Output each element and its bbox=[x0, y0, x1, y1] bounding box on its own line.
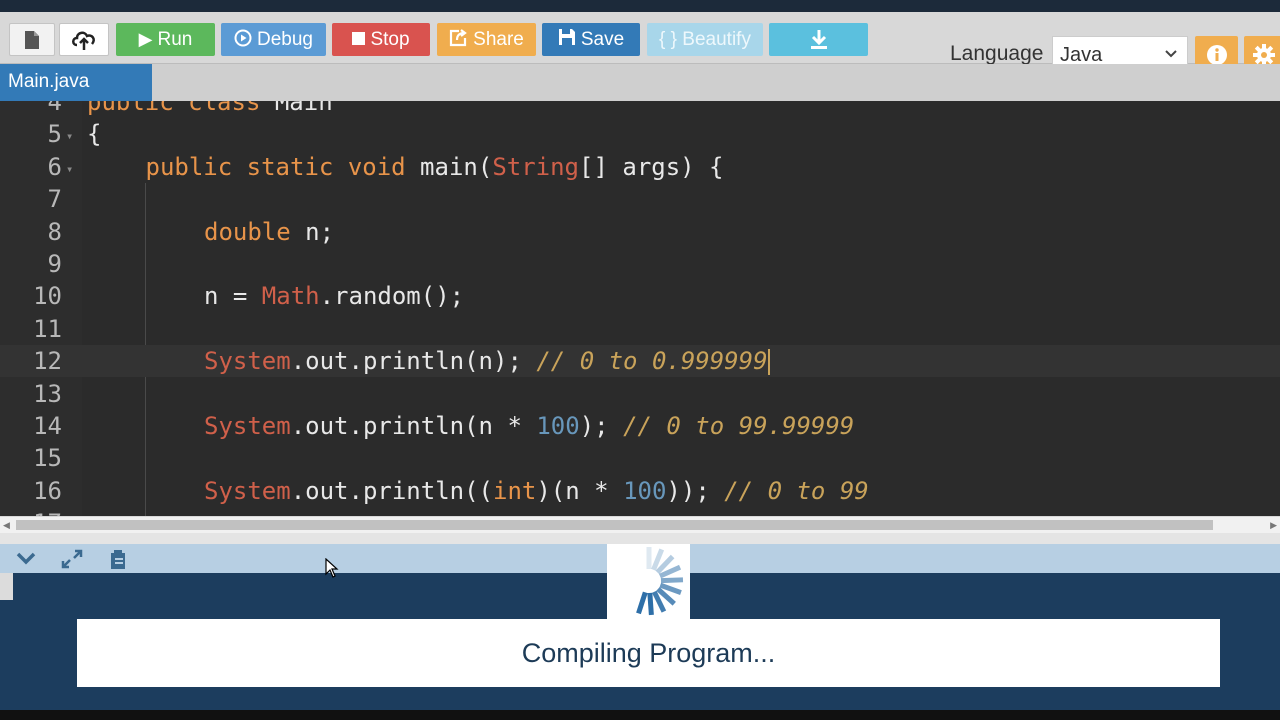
code-line[interactable]: 5 ▾ { bbox=[0, 118, 1280, 150]
file-icon bbox=[25, 31, 39, 49]
code-text: public class Main bbox=[87, 101, 333, 116]
stop-label: Stop bbox=[370, 29, 410, 50]
loading-spinner bbox=[607, 544, 690, 619]
code-text: System.out.println(n); // 0 to 0.999999 bbox=[204, 347, 770, 376]
code-line[interactable]: 12 System.out.println(n); // 0 to 0.99999… bbox=[0, 345, 1280, 378]
loading-message: Compiling Program... bbox=[77, 619, 1220, 687]
download-button[interactable] bbox=[769, 23, 868, 56]
line-number: 12 bbox=[33, 347, 62, 376]
share-icon bbox=[450, 29, 467, 47]
line-number: 4 bbox=[47, 101, 62, 116]
beautify-label: { } Beautify bbox=[659, 29, 751, 50]
line-number: 14 bbox=[33, 412, 62, 440]
beautify-button[interactable]: { } Beautify bbox=[647, 23, 763, 56]
floppy-icon bbox=[558, 29, 575, 45]
debug-icon bbox=[234, 29, 252, 47]
code-line[interactable]: 9 bbox=[0, 248, 1280, 280]
line-number: 6 bbox=[47, 152, 62, 181]
top-strip bbox=[0, 0, 1280, 12]
toolbar: ▶Run Debug Stop Share Save { } Beautify bbox=[0, 12, 1280, 74]
run-button[interactable]: ▶ Run bbox=[116, 23, 215, 56]
code-line[interactable]: 13 bbox=[0, 378, 1280, 410]
code-text: n = Math.random(); bbox=[204, 282, 465, 311]
line-number: 10 bbox=[33, 282, 62, 311]
play-icon: ▶ bbox=[138, 29, 153, 49]
debug-label: Debug bbox=[257, 29, 313, 50]
editor-horizontal-scrollbar[interactable]: ◀ ▶ bbox=[0, 516, 1280, 533]
code-line[interactable]: 7 bbox=[0, 183, 1280, 215]
clipboard-icon[interactable] bbox=[108, 549, 128, 571]
code-line[interactable]: 10 n = Math.random(); bbox=[0, 280, 1280, 312]
share-label: Share bbox=[473, 29, 524, 50]
code-text: System.out.println(n * 100); // 0 to 99.… bbox=[204, 412, 855, 440]
code-text: public static void main(String[] args) { bbox=[145, 152, 724, 181]
code-line[interactable]: 11 bbox=[0, 313, 1280, 345]
debug-button[interactable]: Debug bbox=[221, 23, 326, 56]
stop-button[interactable]: Stop bbox=[332, 23, 430, 56]
run-label: Run bbox=[157, 29, 193, 50]
code-editor[interactable]: 4 public class Main 5 ▾ {6 ▾ public static voi… bbox=[0, 101, 1280, 516]
panel-splitter[interactable] bbox=[0, 533, 1280, 544]
scrollbar-thumb[interactable] bbox=[16, 520, 1213, 530]
code-line[interactable]: 8 double n; bbox=[0, 216, 1280, 248]
code-text: double n; bbox=[204, 217, 335, 246]
code-line[interactable]: 4 public class Main bbox=[0, 101, 1280, 118]
onlinegdb-ide: ▶Run Debug Stop Share Save { } Beautify bbox=[0, 0, 1280, 720]
share-button[interactable]: Share bbox=[437, 23, 536, 56]
line-number: 13 bbox=[33, 379, 62, 408]
line-number: 17 bbox=[0, 507, 62, 516]
save-label: Save bbox=[580, 29, 625, 50]
download-icon bbox=[810, 30, 827, 49]
line-number: 7 bbox=[47, 185, 62, 214]
upload-icon bbox=[72, 31, 95, 50]
chevron-down-icon bbox=[1165, 50, 1177, 58]
line-number: 15 bbox=[33, 444, 62, 473]
save-button[interactable]: Save bbox=[542, 23, 640, 56]
code-line[interactable]: 16 System.out.println((int)(n * 100)); //… bbox=[0, 475, 1280, 507]
expand-icon[interactable] bbox=[61, 549, 83, 569]
new-file-button[interactable] bbox=[9, 23, 55, 56]
console-left-tab bbox=[0, 573, 13, 600]
fold-arrow-icon[interactable]: ▾ bbox=[66, 120, 73, 152]
line-number: 5 bbox=[47, 120, 62, 149]
language-label: Language bbox=[950, 42, 1044, 65]
file-tab-bar: Main.java bbox=[0, 64, 1280, 101]
line-number: 8 bbox=[47, 217, 62, 246]
line-number: 11 bbox=[33, 314, 62, 343]
line-number: 9 bbox=[47, 250, 62, 278]
bottom-strip bbox=[0, 710, 1280, 720]
text-cursor bbox=[767, 349, 770, 376]
stop-icon bbox=[352, 32, 366, 45]
tab-main-java[interactable]: Main.java bbox=[0, 64, 152, 101]
code-text: System.out.println((int)(n * 100)); // 0… bbox=[204, 476, 869, 505]
scroll-left-icon[interactable]: ◀ bbox=[3, 520, 10, 531]
chevron-down-icon[interactable] bbox=[15, 549, 37, 567]
fold-arrow-icon[interactable]: ▾ bbox=[66, 153, 73, 185]
code-line[interactable]: 14 System.out.println(n * 100); // 0 to 9… bbox=[0, 410, 1280, 442]
code-text: { bbox=[87, 120, 102, 149]
language-value: Java bbox=[1060, 44, 1103, 66]
scroll-right-icon[interactable]: ▶ bbox=[1270, 520, 1277, 531]
upload-button[interactable] bbox=[59, 23, 109, 56]
spinner-icon bbox=[636, 547, 684, 616]
code-line[interactable]: 15 bbox=[0, 442, 1280, 474]
info-icon bbox=[1206, 45, 1227, 65]
line-number: 16 bbox=[33, 476, 62, 505]
mouse-cursor bbox=[325, 558, 339, 578]
code-line[interactable]: 6 ▾ public static void main(String[] args)… bbox=[0, 151, 1280, 183]
code-line[interactable]: 17 bbox=[0, 507, 1280, 516]
